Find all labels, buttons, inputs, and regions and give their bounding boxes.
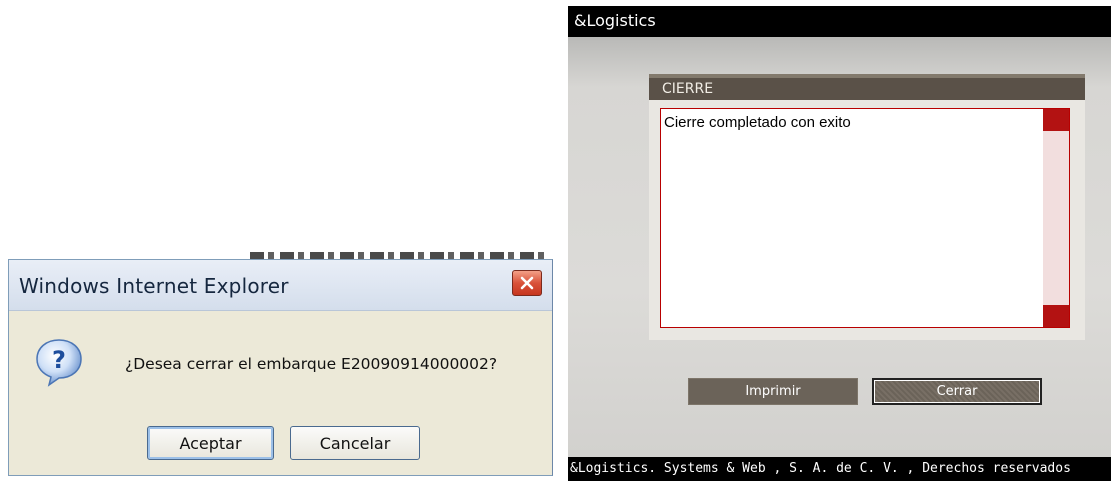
dialog-body: ? ¿Desea cerrar el embarque E20090914000…: [9, 311, 552, 475]
accept-button[interactable]: Aceptar: [147, 426, 274, 460]
dialog-close-button[interactable]: [512, 270, 542, 296]
scroll-up-button[interactable]: [1043, 109, 1069, 131]
panel-titlebar: CIERRE: [649, 74, 1085, 100]
app-header: &Logistics: [568, 6, 1111, 37]
svg-text:?: ?: [52, 346, 66, 374]
copyright-text: &Logistics. Systems & Web , S. A. de C. …: [570, 461, 1071, 476]
question-icon: ?: [36, 339, 82, 387]
close-button[interactable]: Cerrar: [872, 378, 1042, 405]
dialog-titlebar: Windows Internet Explorer: [9, 260, 552, 311]
app-brand: &Logistics: [574, 11, 656, 30]
app-footer: &Logistics. Systems & Web , S. A. de C. …: [568, 457, 1111, 481]
cierre-panel: CIERRE Cierre completado con exito: [649, 74, 1085, 340]
app-content: CIERRE Cierre completado con exito Impri…: [568, 37, 1111, 457]
scroll-down-button[interactable]: [1043, 305, 1069, 327]
result-message: Cierre completado con exito: [664, 114, 851, 131]
dialog-message: ¿Desea cerrar el embarque E2009091400000…: [125, 355, 498, 373]
panel-title: CIERRE: [662, 81, 714, 97]
result-textarea[interactable]: Cierre completado con exito: [660, 108, 1070, 328]
cancel-button[interactable]: Cancelar: [290, 426, 420, 460]
logistics-window: &Logistics CIERRE Cierre completado con …: [568, 6, 1111, 481]
vertical-scrollbar[interactable]: [1043, 109, 1069, 327]
print-button[interactable]: Imprimir: [688, 378, 858, 405]
close-icon: [520, 276, 534, 290]
confirm-dialog: Windows Internet Explorer ? ¿Desea cerra…: [8, 259, 553, 476]
dialog-title: Windows Internet Explorer: [19, 274, 289, 298]
